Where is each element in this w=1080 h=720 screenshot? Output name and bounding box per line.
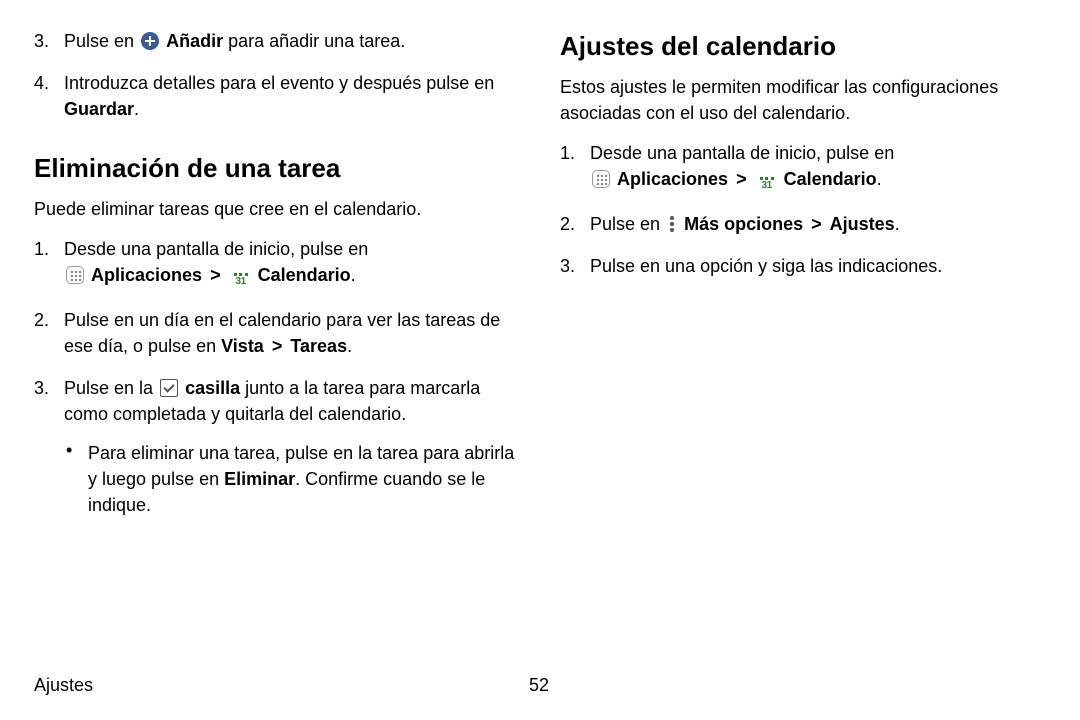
column-left: 3. Pulse en Añadir para añadir una tarea… [34,28,518,534]
calendar-day: 31 [762,176,772,196]
save-label: Guardar [64,99,134,119]
tasks-label: Tareas [290,336,347,356]
step-body: Introduzca detalles para el evento y des… [64,70,518,122]
text: Pulse en [590,214,665,234]
step-4-save: 4. Introduzca detalles para el evento y … [34,70,518,122]
step-body: Pulse en un día en el calendario para ve… [64,307,518,359]
bullet-body: Para eliminar una tarea, pulse en la tar… [88,440,518,518]
step-number: 2. [560,211,590,237]
step-3-add: 3. Pulse en Añadir para añadir una tarea… [34,28,518,54]
text: . [134,99,139,119]
bullet-dot: • [66,440,88,462]
chevron-icon: > [210,265,221,285]
step-number: 1. [34,236,64,262]
apps-label: Aplicaciones [617,169,728,189]
apps-icon [592,170,610,188]
step-body: Desde una pantalla de inicio, pulse en A… [64,236,518,291]
heading-calendar-settings: Ajustes del calendario [560,28,1044,66]
text: Pulse en un día en el calendario para ve… [64,310,500,356]
step-3-check-task: 3. Pulse en la casilla junto a la tarea … [34,375,518,517]
manual-page: 3. Pulse en Añadir para añadir una tarea… [0,0,1080,534]
bullet-row: • Para eliminar una tarea, pulse en la t… [66,440,518,518]
period: . [895,214,900,234]
text: Introduzca detalles para el evento y des… [64,73,494,93]
chevron-icon: > [272,336,283,356]
chevron-icon: > [736,169,747,189]
steps-add-task-continuation: 3. Pulse en Añadir para añadir una tarea… [34,28,518,122]
more-options-label: Más opciones [684,214,803,234]
text: Pulse en [64,31,139,51]
plus-icon [141,32,159,50]
period: . [351,265,356,285]
calendar-icon: 31 [757,177,777,195]
step-body: Pulse en Más opciones > Ajustes. [590,211,1044,237]
period: . [877,169,882,189]
step-body: Pulse en Añadir para añadir una tarea. [64,28,518,54]
page-footer: Ajustes 52 [34,672,1044,698]
step-number: 2. [34,307,64,333]
intro-delete-task: Puede eliminar tareas que cree en el cal… [34,196,518,222]
step-number: 1. [560,140,590,166]
text: Desde una pantalla de inicio, pulse en [590,143,894,163]
text: Pulse en la [64,378,158,398]
column-right: Ajustes del calendario Estos ajustes le … [560,28,1044,534]
footer-section: Ajustes [34,672,93,698]
apps-icon [66,266,84,284]
chevron-icon: > [811,214,822,234]
step-number: 4. [34,70,64,96]
step-3-follow-prompts: 3. Pulse en una opción y siga las indica… [560,253,1044,279]
steps-calendar-settings: 1. Desde una pantalla de inicio, pulse e… [560,140,1044,279]
apps-label: Aplicaciones [91,265,202,285]
calendar-icon: 31 [231,273,251,291]
checkbox-icon [160,379,178,397]
settings-label: Ajustes [830,214,895,234]
period: . [347,336,352,356]
footer-page-number: 52 [529,672,549,698]
step-1-open-calendar: 1. Desde una pantalla de inicio, pulse e… [34,236,518,291]
step-number: 3. [34,375,64,401]
intro-calendar-settings: Estos ajustes le permiten modificar las … [560,74,1044,126]
text: Desde una pantalla de inicio, pulse en [64,239,368,259]
text: para añadir una tarea. [228,31,405,51]
checkbox-label: casilla [185,378,240,398]
add-label: Añadir [166,31,223,51]
step-body: Pulse en la casilla junto a la tarea par… [64,375,518,517]
step-2-more-options: 2. Pulse en Más opciones > Ajustes. [560,211,1044,237]
more-options-icon [667,215,677,233]
step-body: Desde una pantalla de inicio, pulse en A… [590,140,1044,195]
sub-bullet: • Para eliminar una tarea, pulse en la t… [64,440,518,518]
heading-delete-task: Eliminación de una tarea [34,150,518,188]
step-number: 3. [34,28,64,54]
calendar-day: 31 [236,272,246,292]
delete-label: Eliminar [224,469,295,489]
calendar-label: Calendario [784,169,877,189]
step-body: Pulse en una opción y siga las indicacio… [590,253,1044,279]
steps-delete-task: 1. Desde una pantalla de inicio, pulse e… [34,236,518,518]
calendar-label: Calendario [258,265,351,285]
view-label: Vista [221,336,264,356]
step-number: 3. [560,253,590,279]
step-2-view-tasks: 2. Pulse en un día en el calendario para… [34,307,518,359]
step-1-open-calendar: 1. Desde una pantalla de inicio, pulse e… [560,140,1044,195]
